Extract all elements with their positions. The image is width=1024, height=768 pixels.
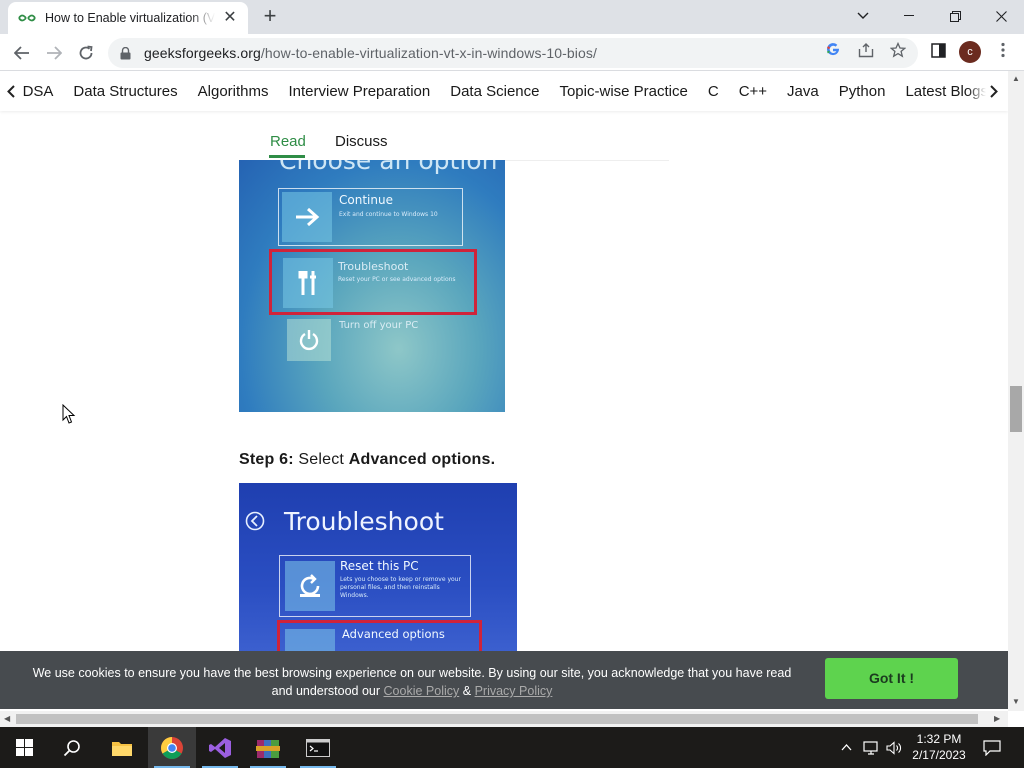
- minimize-button[interactable]: [886, 0, 932, 32]
- url-text: geeksforgeeks.org/how-to-enable-virtuali…: [144, 45, 597, 61]
- clock-date: 2/17/2023: [912, 748, 966, 762]
- reset-icon: [285, 561, 335, 611]
- turn-off-option: Turn off your PC: [283, 318, 453, 362]
- close-tab-icon[interactable]: ✕: [222, 10, 238, 26]
- troubleshoot-screenshot: Troubleshoot Reset this PC Lets you choo…: [239, 483, 517, 653]
- network-icon[interactable]: [861, 727, 881, 768]
- back-circle-icon: [245, 511, 265, 531]
- nav-item-data-science[interactable]: Data Science: [450, 83, 539, 100]
- nav-item-java[interactable]: Java: [787, 83, 819, 100]
- tab-strip: How to Enable virtualization (VT-x) in W…: [0, 0, 1024, 34]
- volume-icon[interactable]: [884, 727, 904, 768]
- cookie-message: We use cookies to ensure you have the be…: [32, 666, 792, 698]
- nav-item-interview-preparation[interactable]: Interview Preparation: [289, 83, 431, 100]
- bookmark-star-icon[interactable]: [889, 41, 907, 59]
- archive-app-icon[interactable]: [244, 727, 292, 768]
- file-explorer-icon[interactable]: [98, 727, 146, 768]
- choose-option-screenshot: Choose an option Continue Exit and conti…: [239, 160, 505, 412]
- horizontal-scroll-thumb[interactable]: [16, 714, 978, 724]
- terminal-icon[interactable]: [294, 727, 342, 768]
- clock-time: 1:32 PM: [916, 732, 962, 746]
- nav-item-data-structures[interactable]: Data Structures: [73, 83, 177, 100]
- show-hidden-icons-icon[interactable]: [836, 727, 856, 768]
- restore-button[interactable]: [932, 0, 978, 32]
- share-icon[interactable]: [857, 41, 875, 59]
- accept-cookies-button[interactable]: Got It !: [825, 658, 958, 699]
- nav-item-cpp[interactable]: C++: [739, 83, 767, 100]
- screenshot-heading: Choose an option: [279, 160, 498, 175]
- nav-scroll-left-icon[interactable]: [0, 84, 23, 98]
- nav-item-python[interactable]: Python: [839, 83, 886, 100]
- google-lens-icon[interactable]: [824, 41, 842, 59]
- notifications-icon[interactable]: [980, 727, 1004, 768]
- nav-item-algorithms[interactable]: Algorithms: [198, 83, 269, 100]
- profile-avatar[interactable]: c: [959, 41, 981, 63]
- browser-menu-icon[interactable]: [994, 41, 1012, 59]
- nav-scroll-right-icon[interactable]: [968, 71, 1008, 111]
- close-window-button[interactable]: [978, 0, 1024, 32]
- url-domain: geeksforgeeks.org: [144, 45, 261, 61]
- scroll-right-icon[interactable]: ▶: [994, 714, 1000, 723]
- tab-title: How to Enable virtualization (VT-x) in W…: [45, 11, 215, 25]
- cookie-policy-link[interactable]: Cookie Policy: [384, 684, 460, 698]
- mouse-cursor-icon: [62, 403, 76, 430]
- browser-toolbar: geeksforgeeks.org/how-to-enable-virtuali…: [0, 34, 1024, 71]
- scroll-up-icon[interactable]: ▲: [1012, 74, 1020, 83]
- url-path: /how-to-enable-virtualization-vt-x-in-wi…: [260, 45, 597, 61]
- arrow-right-icon: [282, 192, 332, 242]
- article-tabs: Read Discuss: [239, 123, 669, 161]
- nav-item-topic-wise-practice[interactable]: Topic-wise Practice: [559, 83, 687, 100]
- cookie-banner: We use cookies to ensure you have the be…: [0, 651, 1008, 709]
- nav-item-dsa[interactable]: DSA: [23, 83, 54, 100]
- continue-option: Continue Exit and continue to Windows 10: [278, 188, 463, 246]
- windows-start-icon[interactable]: [0, 727, 48, 768]
- side-panel-icon[interactable]: [929, 41, 947, 59]
- gfg-favicon-icon: [18, 11, 36, 25]
- step-6-text: Step 6: Select Advanced options.: [239, 451, 496, 468]
- lock-icon[interactable]: [120, 46, 134, 60]
- address-bar[interactable]: geeksforgeeks.org/how-to-enable-virtuali…: [108, 38, 918, 68]
- visual-studio-icon[interactable]: [196, 727, 244, 768]
- horizontal-scrollbar[interactable]: ◀ ▶: [0, 711, 1008, 727]
- screenshot-heading: Troubleshoot: [284, 507, 444, 536]
- page-viewport: DSA Data Structures Algorithms Interview…: [0, 71, 1008, 711]
- browser-tab[interactable]: How to Enable virtualization (VT-x) in W…: [8, 2, 248, 34]
- highlight-box: [277, 620, 482, 653]
- forward-arrow-icon[interactable]: [41, 40, 67, 66]
- windows-taskbar: 1:32 PM 2/17/2023: [0, 727, 1024, 768]
- highlight-box: [269, 249, 477, 315]
- nav-item-c[interactable]: C: [708, 83, 719, 100]
- topic-nav: DSA Data Structures Algorithms Interview…: [0, 71, 1008, 111]
- tab-read[interactable]: Read: [270, 133, 306, 150]
- active-tab-underline: [269, 155, 305, 158]
- reload-icon[interactable]: [73, 40, 99, 66]
- power-icon: [287, 319, 331, 361]
- search-icon[interactable]: [48, 727, 96, 768]
- tab-discuss[interactable]: Discuss: [335, 133, 388, 150]
- reset-pc-option: Reset this PC Lets you choose to keep or…: [279, 555, 471, 617]
- chrome-taskbar-icon[interactable]: [148, 727, 196, 768]
- scroll-left-icon[interactable]: ◀: [4, 714, 10, 723]
- privacy-policy-link[interactable]: Privacy Policy: [475, 684, 553, 698]
- vertical-scroll-thumb[interactable]: [1010, 386, 1022, 432]
- new-tab-button[interactable]: +: [258, 5, 282, 29]
- taskbar-clock[interactable]: 1:32 PM 2/17/2023: [906, 731, 972, 763]
- back-arrow-icon[interactable]: [9, 40, 35, 66]
- scroll-down-icon[interactable]: ▼: [1012, 697, 1020, 706]
- vertical-scrollbar[interactable]: ▲ ▼: [1008, 71, 1024, 711]
- tab-search-icon[interactable]: [840, 0, 886, 32]
